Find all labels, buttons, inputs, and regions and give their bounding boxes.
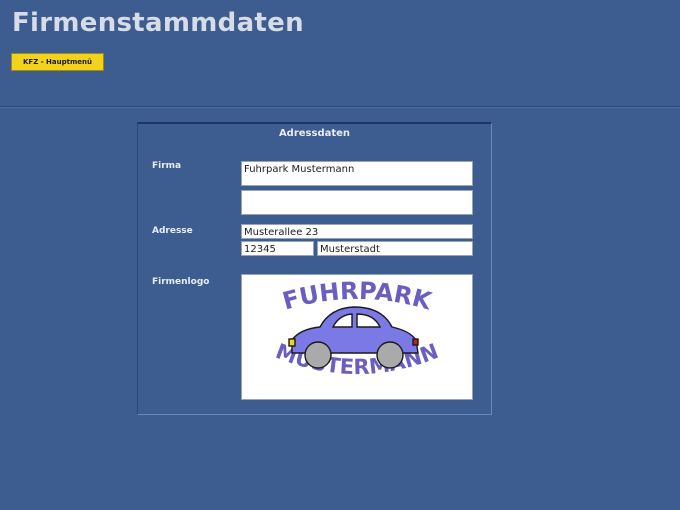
address-panel: Adressdaten Firma Fuhrpark Mustermann Ad… <box>137 122 492 415</box>
page-title: Firmenstammdaten <box>12 8 304 38</box>
adresse-label: Adresse <box>152 226 193 236</box>
header-divider <box>0 106 680 107</box>
main-menu-button[interactable]: KFZ - Hauptmenü <box>11 53 104 71</box>
firma-label: Firma <box>152 161 182 171</box>
street-input[interactable]: Musterallee 23 <box>241 224 473 239</box>
firmenlogo-label: Firmenlogo <box>152 277 210 287</box>
company-logo[interactable]: FUHRPARK MUSTERMANN <box>241 274 473 400</box>
panel-title: Adressdaten <box>278 128 351 139</box>
zip-input[interactable]: 12345 <box>241 241 314 256</box>
firma-input-line2[interactable] <box>241 190 473 215</box>
firma-input-line1[interactable]: Fuhrpark Mustermann <box>241 161 473 186</box>
city-input[interactable]: Musterstadt <box>317 241 473 256</box>
